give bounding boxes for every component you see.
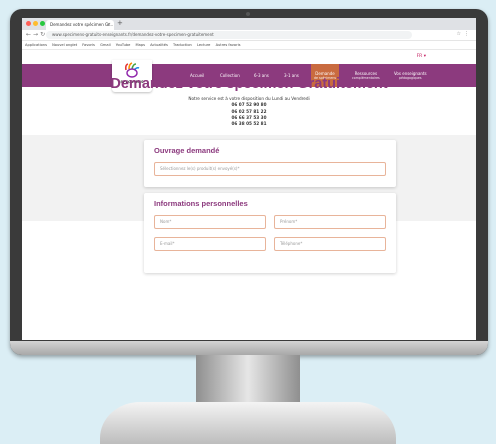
page-title: Demandez votre spécimen Gratuitement: [110, 76, 388, 92]
screen: Demandez votre spécimen Gr... × + ←→↻ ww…: [22, 18, 476, 340]
monitor-frame: Demandez votre spécimen Gr... × + ←→↻ ww…: [10, 9, 488, 355]
personal-info-card: Informations personnelles Nom* Prénom* E…: [144, 193, 396, 273]
camera-dot: [246, 12, 250, 16]
ouvrage-title: Ouvrage demandé: [154, 146, 220, 155]
monitor-base: [100, 402, 396, 444]
phone-number[interactable]: 06 38 05 52 81: [22, 121, 476, 127]
product-select[interactable]: Sélectionnez le(s) produit(s) envoyé(s)*: [154, 162, 386, 176]
monitor-chin: [10, 341, 488, 355]
nom-field[interactable]: Nom*: [154, 215, 266, 229]
page-body: Demandez votre spécimen Gratuitement Not…: [22, 18, 476, 273]
prenom-field[interactable]: Prénom*: [274, 215, 386, 229]
telephone-field[interactable]: Téléphone*: [274, 237, 386, 251]
email-field[interactable]: E-mail*: [154, 237, 266, 251]
personal-info-title: Informations personnelles: [154, 199, 248, 208]
contact-info: Notre service est à votre disposition du…: [22, 96, 476, 127]
ouvrage-card: Ouvrage demandé Sélectionnez le(s) produ…: [144, 140, 396, 187]
monitor-neck: [196, 355, 300, 405]
